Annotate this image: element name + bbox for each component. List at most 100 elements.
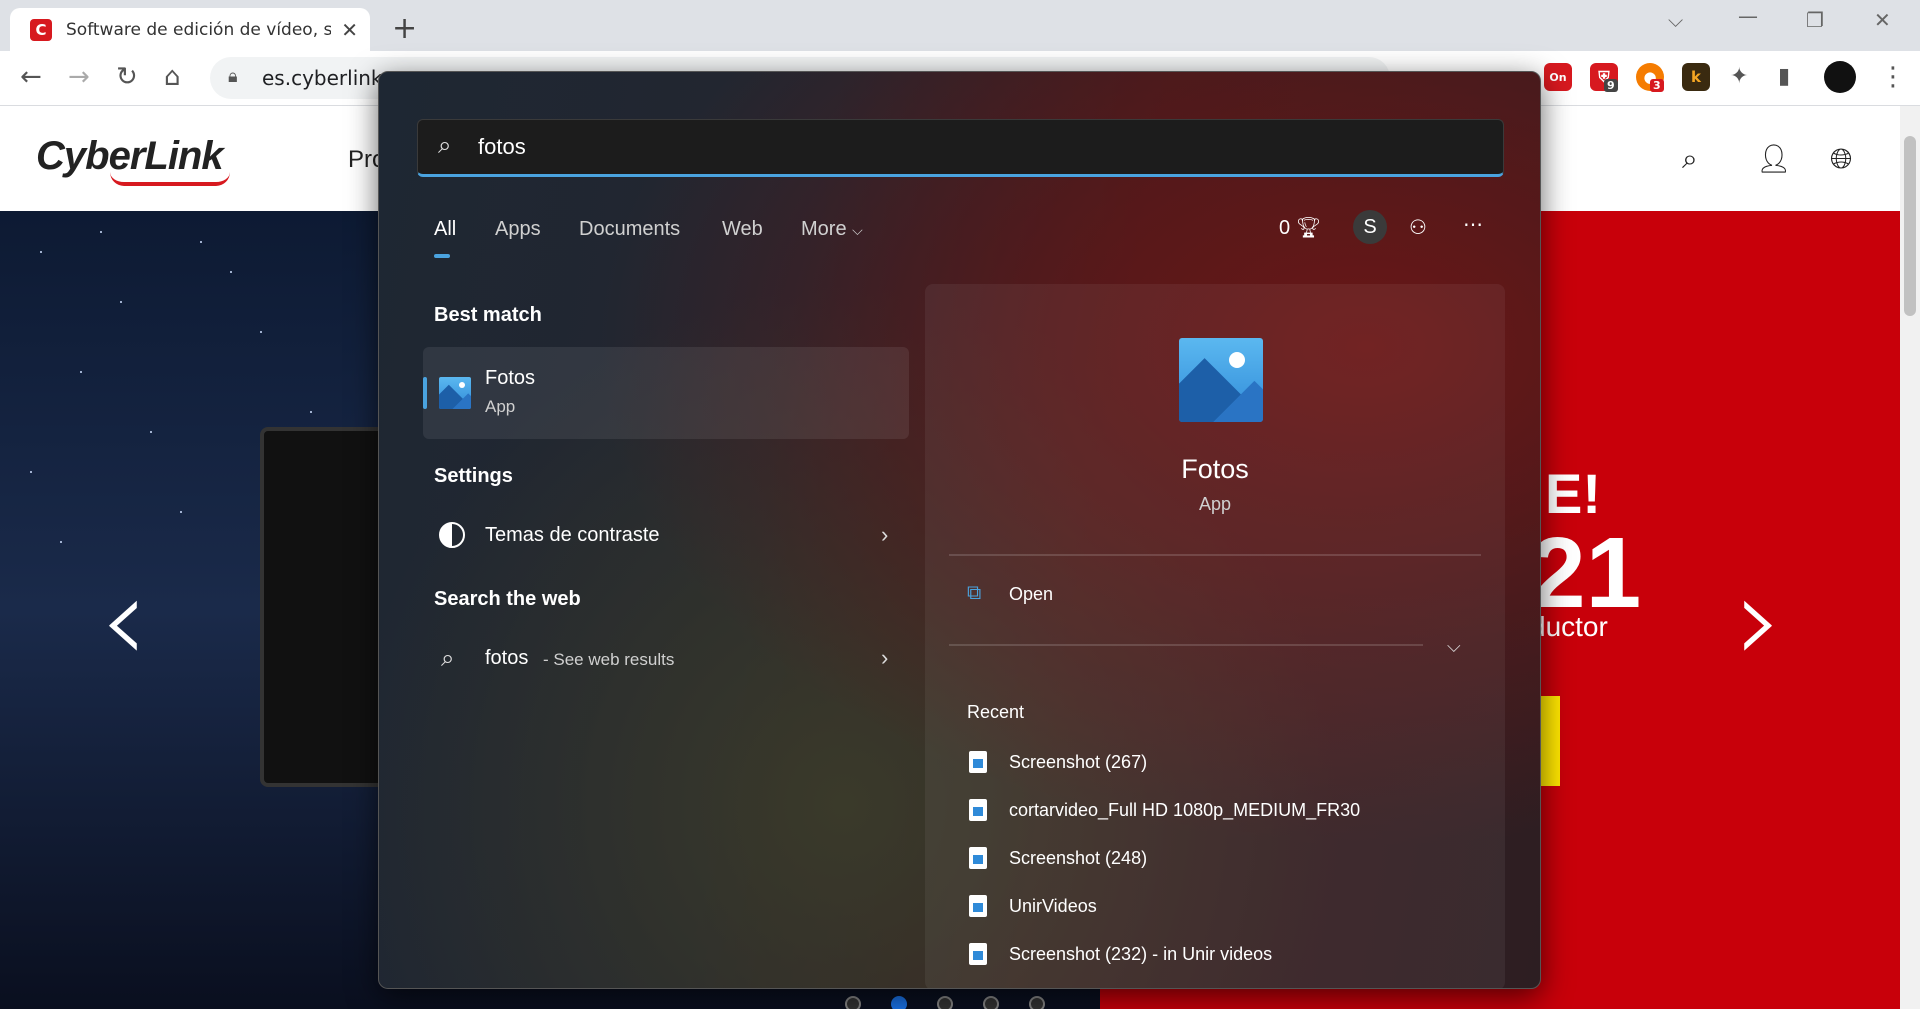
divider [949, 554, 1481, 556]
web-results-suffix: - See web results [543, 650, 675, 669]
tab-search-chevron-icon[interactable]: ⌵ [1668, 8, 1683, 32]
tab-more-label: More [801, 218, 847, 240]
rewards-button[interactable]: 0 🏆︎ [1279, 215, 1321, 240]
on-badge: On [1549, 70, 1567, 84]
globe-icon[interactable]: 🌐︎ [1830, 142, 1852, 176]
best-match-result[interactable]: Fotos App [423, 347, 909, 439]
lock-icon[interactable]: 🔒︎ [228, 66, 238, 87]
recent-item-label: cortarvideo_Full HD 1080p_MEDIUM_FR30 [1009, 800, 1361, 820]
avatar-letter: S [1363, 215, 1377, 238]
best-match-name: Fotos [485, 367, 536, 389]
recent-item-label: UnirVideos [1009, 896, 1097, 916]
new-tab-icon[interactable]: + [392, 11, 417, 46]
tab-title: Software de edición de vídeo, so [66, 19, 332, 40]
profile-avatar[interactable] [1824, 61, 1856, 93]
reload-icon[interactable]: ↻ [116, 62, 138, 92]
image-file-icon [969, 943, 987, 965]
carousel-dot[interactable] [983, 996, 999, 1009]
carousel-dot[interactable] [937, 996, 953, 1009]
photos-app-icon [439, 377, 471, 409]
page-scrollbar[interactable] [1900, 106, 1920, 1009]
open-action[interactable]: ⧉ Open [949, 574, 1481, 618]
carousel-dot[interactable] [845, 996, 861, 1009]
carousel-dots [845, 996, 1045, 1009]
carousel-next-icon[interactable]: › [1735, 551, 1783, 690]
web-search-result[interactable]: ⌕ fotos - See web results › [423, 633, 909, 689]
restore-icon[interactable]: ❐ [1806, 8, 1824, 32]
settings-result[interactable]: Temas de contraste › [423, 510, 909, 566]
k-extension-icon[interactable]: k [1682, 63, 1710, 91]
contrast-icon [439, 522, 465, 548]
puzzle-icon[interactable]: ✦ [1730, 64, 1748, 89]
extension-badge: 9 [1604, 79, 1618, 92]
recent-item[interactable]: UnirVideos [949, 886, 1481, 926]
avast-extension-icon[interactable]: ⛨ 9 [1590, 63, 1618, 92]
carousel-dot-active[interactable] [891, 996, 907, 1009]
logo-swoosh [110, 172, 230, 186]
result-detail-pane: Fotos App ⧉ Open ⌵ Recent Screenshot (26… [925, 284, 1505, 988]
product-device-image [260, 427, 390, 787]
scrollbar-thumb[interactable] [1904, 136, 1916, 316]
rewards-count: 0 [1279, 217, 1291, 239]
basket-extension-icon[interactable]: ● 3 [1636, 63, 1664, 92]
browser-tab[interactable]: C Software de edición de vídeo, so ✕ [10, 8, 370, 51]
side-panel-icon[interactable]: ▮ [1778, 64, 1790, 89]
tab-all[interactable]: All [434, 218, 456, 241]
carousel-dot[interactable] [1029, 996, 1045, 1009]
cyberlink-favicon: C [30, 18, 52, 41]
promo-subtitle: ductor [1530, 611, 1608, 642]
recent-item-label: Screenshot (267) [1009, 752, 1148, 772]
carousel-prev-icon[interactable]: ‹ [100, 551, 148, 690]
tab-apps[interactable]: Apps [495, 218, 541, 241]
chevron-right-icon: › [881, 645, 889, 670]
video-file-icon [969, 895, 987, 917]
recent-item[interactable]: Screenshot (232) - in Unir videos [949, 934, 1481, 974]
account-icon[interactable]: 👤︎ [1756, 142, 1792, 175]
tab-web[interactable]: Web [722, 218, 763, 241]
tab-more[interactable]: More ⌵ [801, 218, 863, 241]
more-options-icon[interactable]: ⋯ [1463, 212, 1483, 237]
extension-badge: 3 [1650, 79, 1664, 92]
detail-app-type: App [1198, 494, 1232, 514]
search-icon[interactable]: ⌕ [1682, 142, 1698, 176]
windows-search-panel: ⌕ fotos All Apps Documents Web More ⌵ 0 … [378, 71, 1541, 989]
minimize-icon[interactable]: — [1738, 4, 1758, 28]
k-letter: k [1691, 68, 1701, 86]
active-tab-indicator [434, 254, 450, 258]
recent-item[interactable]: cortarvideo_Full HD 1080p_MEDIUM_FR30 [949, 790, 1481, 830]
photos-app-large-icon [1179, 338, 1263, 422]
search-icon: ⌕ [438, 132, 452, 159]
web-query: fotos [485, 647, 529, 669]
close-tab-icon[interactable]: ✕ [341, 18, 358, 42]
recent-item-label: Screenshot (232) - in Unir videos [1009, 944, 1273, 964]
switch-account-icon[interactable]: ⚇ [1409, 215, 1427, 240]
menu-dots-icon[interactable]: ⋮ [1880, 62, 1906, 92]
recent-item-label: Screenshot (248) [1009, 848, 1148, 868]
on-extension-icon[interactable]: On [1544, 63, 1572, 91]
search-input[interactable]: ⌕ fotos [417, 119, 1504, 177]
recent-item[interactable]: Screenshot (267) [949, 742, 1481, 782]
browser-tabstrip: C Software de edición de vídeo, so ✕ + ⌵… [0, 0, 1920, 51]
back-icon[interactable]: ← [20, 62, 42, 92]
search-query: fotos [478, 134, 526, 159]
recent-heading: Recent [967, 702, 1025, 722]
video-file-icon [969, 799, 987, 821]
best-match-heading: Best match [434, 304, 542, 326]
account-avatar[interactable]: S [1353, 210, 1387, 244]
tab-documents[interactable]: Documents [579, 218, 680, 241]
home-icon[interactable]: ⌂ [164, 62, 181, 92]
trophy-icon: 🏆︎ [1295, 217, 1322, 239]
best-match-type: App [485, 397, 516, 416]
open-label: Open [1009, 584, 1054, 604]
close-window-icon[interactable]: ✕ [1874, 8, 1891, 32]
image-file-icon [969, 847, 987, 869]
search-web-heading: Search the web [434, 588, 581, 610]
divider [949, 644, 1423, 646]
expand-chevron-icon[interactable]: ⌵ [1447, 636, 1461, 657]
chevron-right-icon: › [881, 522, 889, 547]
search-icon: ⌕ [441, 645, 455, 672]
recent-item[interactable]: Screenshot (248) [949, 838, 1481, 878]
open-external-icon: ⧉ [967, 582, 982, 604]
forward-icon[interactable]: → [68, 62, 90, 92]
settings-heading: Settings [434, 465, 513, 487]
